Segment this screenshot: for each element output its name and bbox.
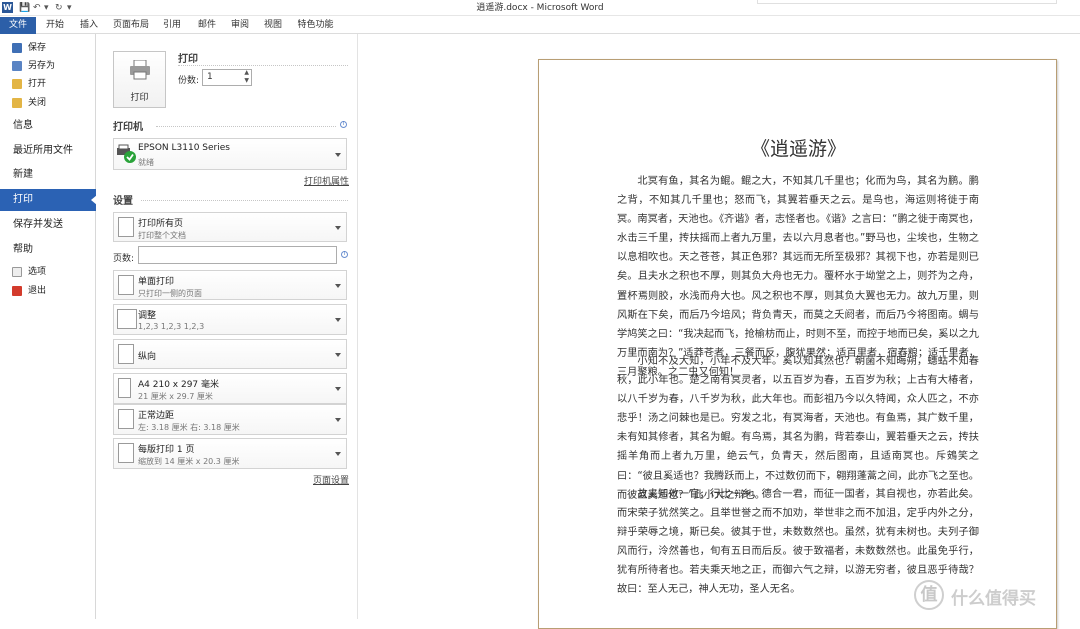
print-range-subtitle: 打印整个文档 bbox=[138, 231, 186, 240]
nav-info[interactable]: 信息 bbox=[0, 115, 96, 137]
exit-icon bbox=[12, 286, 22, 296]
printer-status-icon bbox=[117, 144, 136, 163]
print-panel: 打印 打印 份数: 1 ▲ ▼ 打印机 i EPSON L3110 Series… bbox=[96, 34, 358, 619]
preview-page: 《逍遥游》 北冥有鱼，其名为鲲。鲲之大，不知其几千里也；化而为鸟，其名为鹏。鹏之… bbox=[538, 59, 1057, 629]
backstage-nav: 保存 另存为 打开 关闭 信息 最近所用文件 新建 打印 保存并发送 帮助 选项… bbox=[0, 34, 97, 619]
chevron-down-icon bbox=[335, 353, 341, 357]
printer-name: EPSON L3110 Series bbox=[138, 143, 230, 153]
pages-per-sheet-icon bbox=[118, 443, 134, 463]
close-folder-icon bbox=[12, 98, 22, 108]
save-as-icon bbox=[12, 61, 22, 71]
printer-header: 打印机 bbox=[113, 122, 143, 133]
paragraph-2: 小知不及大知，小年不及大年。奚以知其然也？朝菌不知晦朔，蟪蛄不知春秋，此小年也。… bbox=[617, 356, 979, 501]
page-setup-link[interactable]: 页面设置 bbox=[313, 473, 349, 486]
printer-status: 就绪 bbox=[138, 158, 154, 167]
divider bbox=[156, 126, 336, 127]
spin-up-icon[interactable]: ▲ bbox=[244, 69, 249, 76]
watermark-badge: 值 bbox=[914, 580, 944, 610]
sides-subtitle: 只打印一侧的页面 bbox=[138, 289, 202, 298]
info-icon[interactable]: i bbox=[340, 121, 347, 128]
open-folder-icon bbox=[12, 79, 22, 89]
collate-subtitle: 1,2,3 1,2,3 1,2,3 bbox=[138, 322, 205, 331]
pages-per-sheet-dropdown[interactable]: 每版打印 1 页 缩放到 14 厘米 x 20.3 厘米 bbox=[113, 438, 347, 469]
chevron-down-icon bbox=[335, 153, 341, 157]
tab-review[interactable]: 审阅 bbox=[225, 17, 255, 34]
tab-home[interactable]: 开始 bbox=[40, 17, 70, 34]
single-sided-icon bbox=[118, 275, 134, 295]
print-header: 打印 bbox=[178, 54, 198, 65]
sides-title: 单面打印 bbox=[138, 277, 175, 287]
watermark: 值 什么值得买 bbox=[914, 580, 1074, 612]
collate-icon bbox=[117, 309, 137, 329]
tab-file[interactable]: 文件 bbox=[0, 17, 36, 34]
spin-down-icon[interactable]: ▼ bbox=[244, 77, 249, 84]
paragraph-1: 北冥有鱼，其名为鲲。鲲之大，不知其几千里也；化而为鸟，其名为鹏。鹏之背，不知其几… bbox=[617, 176, 979, 378]
title-bar: W 💾 ↶ ▾ ↻ ▾ 逍遥游.docx - Microsoft Word bbox=[0, 0, 1080, 16]
nav-print[interactable]: 打印 bbox=[0, 189, 97, 211]
options-icon bbox=[12, 267, 22, 277]
nav-save-send[interactable]: 保存并发送 bbox=[0, 214, 96, 236]
pages-per-sheet-subtitle: 缩放到 14 厘米 x 20.3 厘米 bbox=[138, 457, 240, 466]
paper-size-icon bbox=[118, 378, 131, 398]
printer-dropdown[interactable]: EPSON L3110 Series 就绪 bbox=[113, 138, 347, 170]
watermark-text: 什么值得买 bbox=[951, 589, 1036, 609]
nav-help[interactable]: 帮助 bbox=[0, 239, 96, 261]
document-pages-icon bbox=[118, 217, 134, 237]
print-button[interactable]: 打印 bbox=[113, 51, 166, 108]
tab-insert[interactable]: 插入 bbox=[74, 17, 104, 34]
portrait-icon bbox=[118, 344, 134, 364]
tab-references[interactable]: 引用 bbox=[157, 17, 187, 34]
collate-title: 调整 bbox=[138, 311, 157, 321]
settings-header: 设置 bbox=[113, 196, 133, 207]
margins-title: 正常边距 bbox=[138, 411, 175, 421]
tab-special-features[interactable]: 特色功能 bbox=[293, 17, 338, 34]
tab-view[interactable]: 视图 bbox=[258, 17, 288, 34]
orientation-title: 纵向 bbox=[138, 352, 157, 362]
chevron-down-icon bbox=[335, 418, 341, 422]
print-range-dropdown[interactable]: 打印所有页 打印整个文档 bbox=[113, 212, 347, 242]
info-icon[interactable]: i bbox=[341, 251, 348, 258]
tab-mailings[interactable]: 邮件 bbox=[192, 17, 222, 34]
paper-size-title: A4 210 x 297 毫米 bbox=[138, 380, 220, 390]
floating-bar bbox=[757, 0, 1057, 4]
collate-dropdown[interactable]: 调整 1,2,3 1,2,3 1,2,3 bbox=[113, 304, 347, 335]
save-icon bbox=[12, 43, 22, 53]
document-title: 《逍遥游》 bbox=[750, 138, 846, 160]
ribbon-tabs: 文件 开始 插入 页面布局 引用 邮件 审阅 视图 特色功能 bbox=[0, 16, 1080, 34]
margins-subtitle: 左: 3.18 厘米 右: 3.18 厘米 bbox=[138, 423, 240, 432]
paper-size-subtitle: 21 厘米 x 29.7 厘米 bbox=[138, 392, 213, 401]
nav-recent[interactable]: 最近所用文件 bbox=[0, 140, 96, 162]
orientation-dropdown[interactable]: 纵向 bbox=[113, 339, 347, 369]
chevron-down-icon bbox=[335, 318, 341, 322]
print-button-label: 打印 bbox=[130, 93, 149, 103]
chevron-down-icon bbox=[335, 284, 341, 288]
nav-new[interactable]: 新建 bbox=[0, 164, 96, 186]
chevron-down-icon bbox=[335, 226, 341, 230]
copies-value: 1 bbox=[207, 72, 213, 82]
print-preview: 《逍遥游》 北冥有鱼，其名为鲲。鲲之大，不知其几千里也；化而为鸟，其名为鹏。鹏之… bbox=[358, 34, 1080, 629]
pages-input[interactable] bbox=[138, 246, 337, 264]
print-range-title: 打印所有页 bbox=[138, 219, 184, 229]
divider bbox=[178, 65, 348, 66]
margins-dropdown[interactable]: 正常边距 左: 3.18 厘米 右: 3.18 厘米 bbox=[113, 404, 347, 435]
margins-icon bbox=[118, 409, 134, 429]
tab-page-layout[interactable]: 页面布局 bbox=[110, 17, 152, 34]
copies-label: 份数: bbox=[178, 76, 200, 86]
pages-per-sheet-title: 每版打印 1 页 bbox=[138, 445, 195, 455]
sides-dropdown[interactable]: 单面打印 只打印一侧的页面 bbox=[113, 270, 347, 300]
chevron-down-icon bbox=[335, 387, 341, 391]
pages-label: 页数: bbox=[113, 254, 135, 264]
printer-icon bbox=[130, 60, 150, 80]
chevron-down-icon bbox=[335, 452, 341, 456]
printer-properties-link[interactable]: 打印机属性 bbox=[304, 174, 349, 187]
copies-stepper[interactable]: 1 ▲ ▼ bbox=[202, 69, 252, 86]
divider bbox=[141, 200, 348, 201]
paper-size-dropdown[interactable]: A4 210 x 297 毫米 21 厘米 x 29.7 厘米 bbox=[113, 373, 347, 404]
